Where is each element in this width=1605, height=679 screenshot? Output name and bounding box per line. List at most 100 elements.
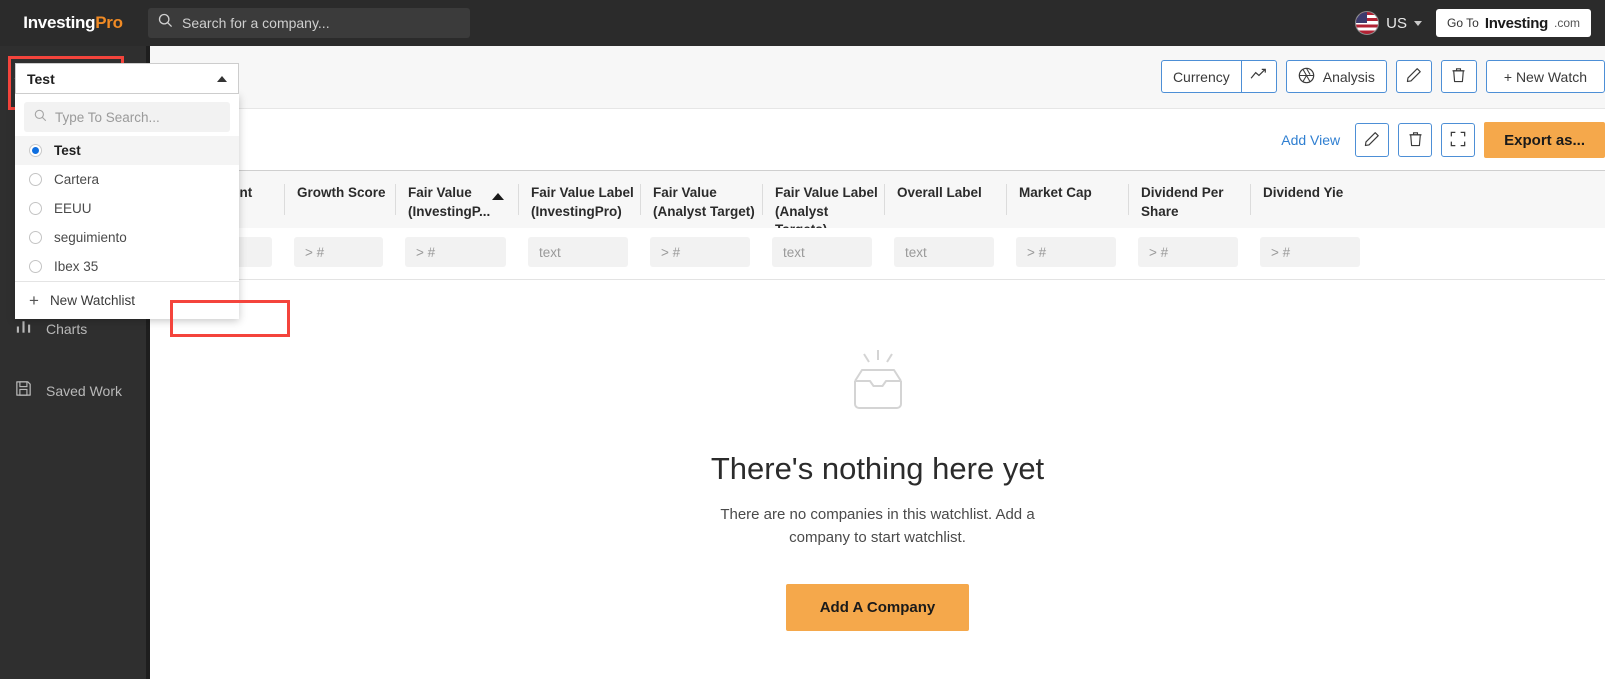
delete-view-button[interactable] [1398, 123, 1433, 157]
watchlist-options-list: Test Cartera EEUU seguimiento Ibex 35 [15, 136, 239, 281]
watchlist-option-ibex-35[interactable]: Ibex 35 [15, 252, 239, 281]
watchlist-select[interactable]: Test [15, 63, 239, 94]
column-header[interactable]: Dividend Yie [1250, 171, 1372, 228]
radio-icon [29, 202, 42, 215]
watchlist-select-value: Test [27, 70, 55, 87]
column-header-label: Growth Score [297, 185, 386, 200]
top-bar-right: US Go To Investing .com [1355, 9, 1605, 37]
watchlist-dropdown-panel: Type To Search... Test Cartera EEUU seguimi… [15, 94, 239, 319]
plus-icon: + [29, 291, 39, 310]
column-header[interactable]: Market Cap [1006, 171, 1128, 228]
search-icon [158, 13, 173, 33]
goto-suffix-label: .com [1553, 16, 1580, 30]
radio-icon [29, 173, 42, 186]
column-filter-cell: > # [1250, 228, 1372, 279]
view-toolbar: Add View Export as... [150, 109, 1605, 171]
column-header[interactable]: Fair Value Label (Analyst Targets) [762, 171, 884, 237]
logo-text-pro: Pro [95, 13, 123, 32]
edit-watchlist-button[interactable] [1395, 60, 1432, 93]
search-input[interactable] [182, 15, 460, 31]
column-header[interactable]: Fair Value (InvestingP... [395, 171, 518, 228]
watchlist-toolbar: Currency Analysis + New Watch [150, 46, 1605, 109]
sidebar-item-saved-work[interactable]: Saved Work [0, 368, 146, 414]
save-icon [14, 379, 33, 403]
watchlist-option-test[interactable]: Test [15, 136, 239, 165]
column-filter-input[interactable]: > # [1260, 237, 1360, 267]
fullscreen-button[interactable] [1441, 123, 1476, 157]
currency-button[interactable]: Currency [1160, 60, 1241, 93]
add-a-company-button[interactable]: Add A Company [785, 584, 970, 631]
column-filter-input[interactable]: text [528, 237, 628, 267]
column-filter-cell: > # [640, 228, 762, 279]
radio-icon [29, 260, 42, 273]
empty-inbox-icon [842, 346, 914, 425]
add-view-link[interactable]: Add View [1275, 132, 1346, 148]
trash-icon [1451, 67, 1466, 86]
column-filter-input[interactable]: text [772, 237, 872, 267]
go-to-investing-button[interactable]: Go To Investing .com [1436, 9, 1591, 37]
chevron-up-icon [217, 75, 227, 82]
column-filter-input[interactable]: > # [1016, 237, 1116, 267]
radio-icon [29, 231, 42, 244]
empty-state-subtitle: There are no companies in this watchlist… [720, 506, 1035, 546]
us-flag-icon [1355, 11, 1380, 35]
column-header[interactable]: Fair Value (Analyst Target) [640, 171, 762, 228]
new-watchlist-menu-label: New Watchlist [49, 293, 135, 308]
aperture-icon [1298, 67, 1315, 87]
export-as-button[interactable]: Export as... [1484, 122, 1605, 158]
table-header-row: Price, CurrentGrowth ScoreFair Value (In… [150, 171, 1605, 237]
column-header[interactable]: Fair Value Label (InvestingPro) [518, 171, 640, 228]
column-filter-input[interactable]: > # [294, 237, 383, 267]
global-search[interactable] [148, 8, 470, 38]
column-header-label: Fair Value Label (InvestingPro) [531, 185, 634, 219]
export-as-label: Export as... [1504, 131, 1585, 149]
top-bar: InvestingPro US Go To Investing.com [0, 0, 1605, 46]
new-watchlist-menu-item[interactable]: + New Watchlist [15, 281, 239, 319]
main-content: Currency Analysis + New Watch Add View E… [150, 46, 1605, 679]
column-header[interactable]: Dividend Per Share [1128, 171, 1250, 228]
investingpro-logo[interactable]: Investing Pro [0, 0, 146, 46]
goto-brand-label: Investing [1484, 14, 1548, 32]
column-filter-cell: > # [1006, 228, 1128, 279]
column-filter-cell: text [762, 228, 884, 279]
chevron-down-icon [1414, 20, 1423, 26]
trash-icon [1408, 131, 1423, 150]
region-selector[interactable]: US [1355, 11, 1423, 35]
sort-ascending-icon[interactable] [492, 193, 504, 200]
column-filter-input[interactable]: > # [650, 237, 750, 267]
logo-text-investing: Investing [23, 13, 96, 32]
column-header-label: Market Cap [1019, 185, 1092, 200]
sidebar-item-label: Charts [46, 321, 88, 337]
currency-button-group[interactable]: Currency [1160, 60, 1277, 93]
view-toolbar-actions: Add View Export as... [1275, 122, 1605, 158]
column-header-label: Dividend Per Share [1141, 185, 1224, 219]
pencil-icon [1364, 131, 1380, 150]
watchlist-option-seguimiento[interactable]: seguimiento [15, 223, 239, 252]
radio-selected-icon [29, 144, 42, 157]
watchlist-option-label: Test [54, 143, 81, 158]
new-watchlist-button-label: + New Watch [1503, 68, 1587, 85]
column-filter-input[interactable]: text [894, 237, 994, 267]
column-filter-cell: > # [284, 228, 395, 279]
watchlist-option-label: EEUU [54, 201, 92, 216]
column-header[interactable]: Growth Score [284, 171, 395, 228]
watchlist-toolbar-actions: Currency Analysis + New Watch [1160, 60, 1605, 93]
trend-line-icon [1250, 68, 1267, 86]
edit-view-button[interactable] [1355, 123, 1390, 157]
column-filter-input[interactable]: > # [1138, 237, 1238, 267]
trend-line-icon-button[interactable] [1240, 60, 1277, 93]
delete-watchlist-button[interactable] [1440, 60, 1477, 93]
watchlist-option-label: Cartera [54, 172, 100, 187]
watchlist-option-cartera[interactable]: Cartera [15, 165, 239, 194]
new-watchlist-button[interactable]: + New Watch [1485, 60, 1605, 93]
sidebar-item-label: Saved Work [46, 383, 122, 399]
analysis-button[interactable]: Analysis [1285, 60, 1387, 93]
column-filter-cell: > # [395, 228, 518, 279]
column-header[interactable]: Overall Label [884, 171, 1006, 228]
bar-chart-icon [14, 317, 33, 341]
column-filter-input[interactable]: > # [405, 237, 506, 267]
watchlist-search-input[interactable]: Type To Search... [24, 102, 230, 132]
column-header-label: Fair Value (Analyst Target) [653, 185, 755, 219]
watchlist-option-eeuu[interactable]: EEUU [15, 194, 239, 223]
table-filter-row: > #> #> #text> #texttext> #> #> # [150, 228, 1605, 280]
